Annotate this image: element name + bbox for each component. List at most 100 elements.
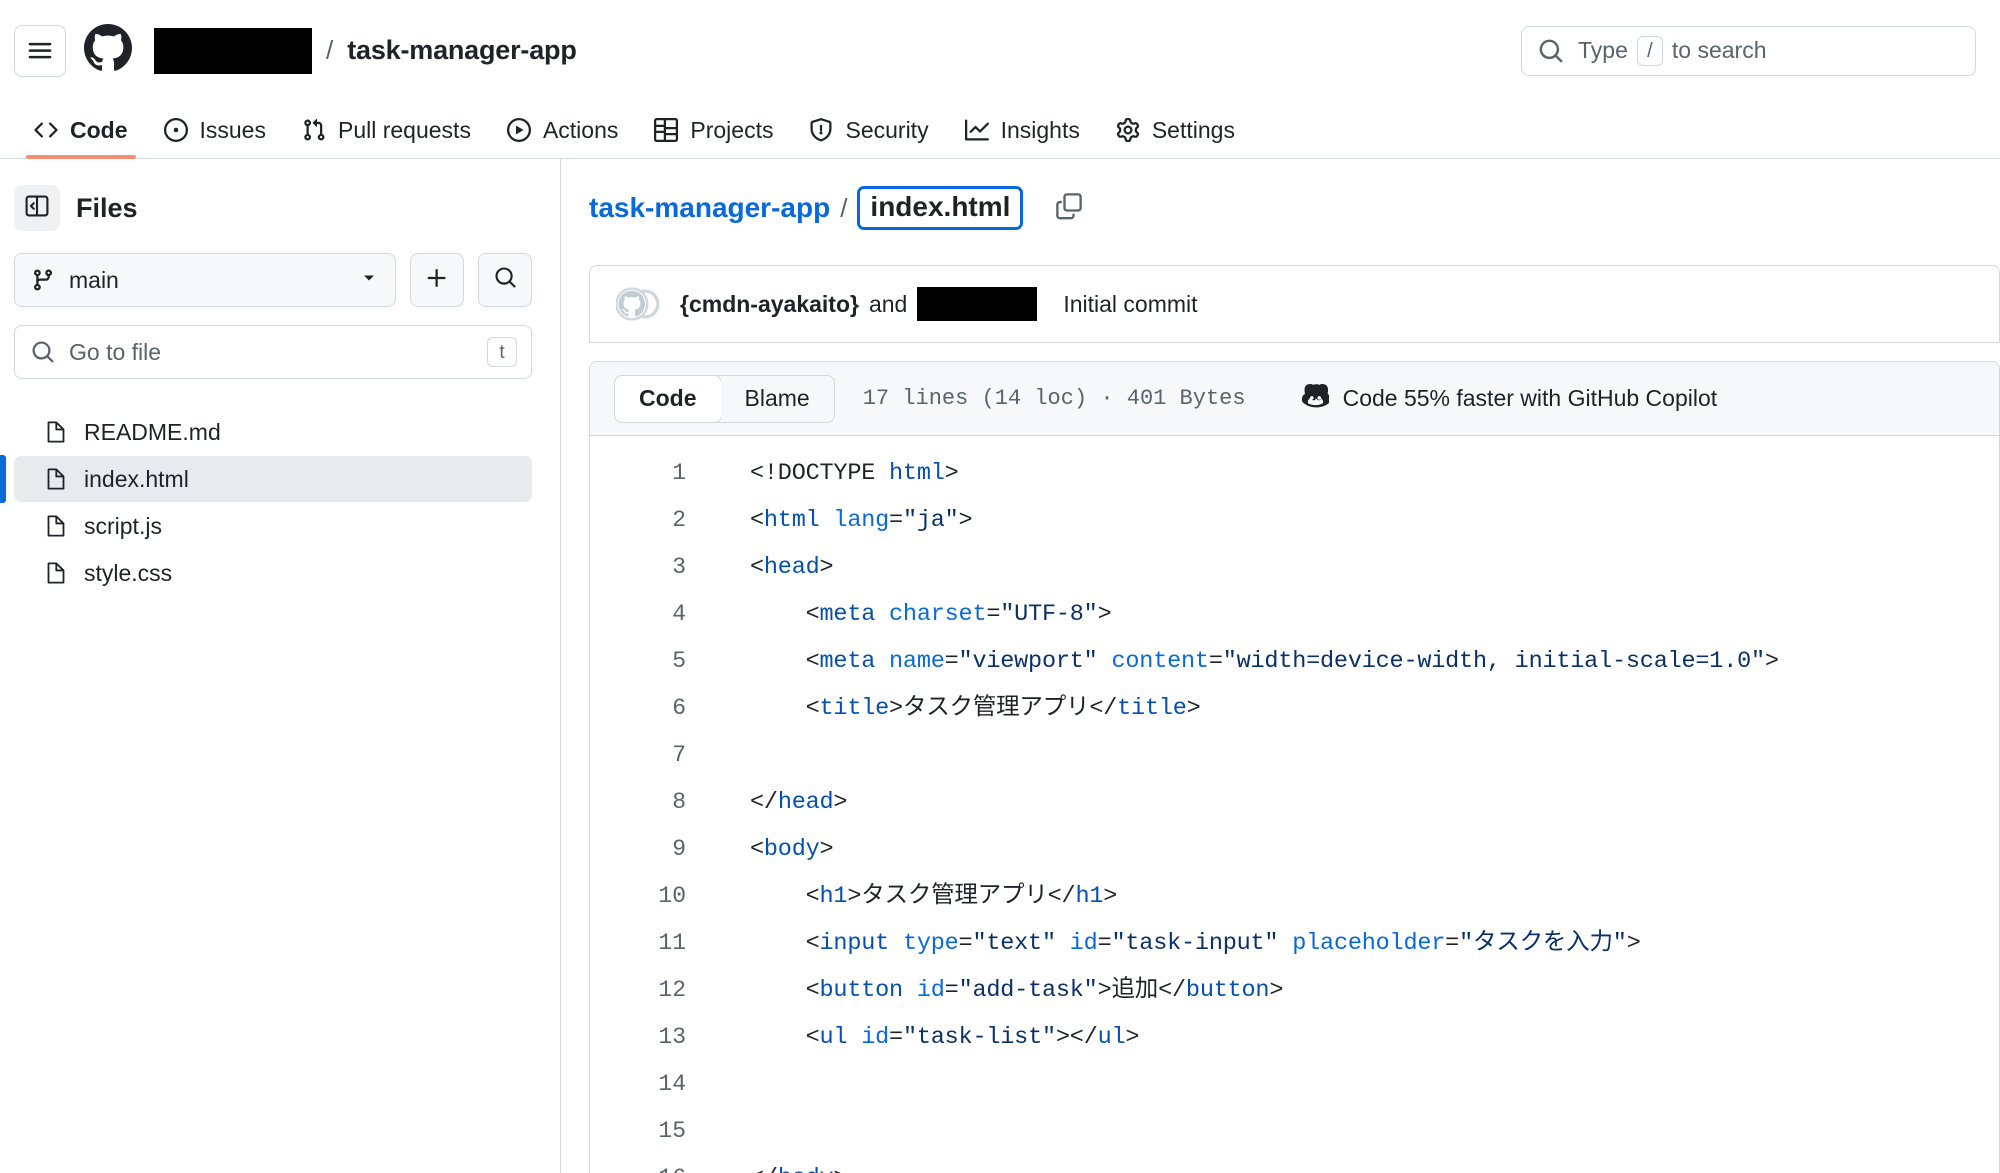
- issue-opened-icon: [163, 118, 188, 142]
- branch-controls-row: main: [14, 253, 532, 307]
- line-number: 11: [658, 930, 686, 956]
- blame-view-tab[interactable]: Blame: [720, 375, 834, 422]
- code-line: 12 <button id="add-task">追加</button>: [590, 967, 1999, 1014]
- tab-code[interactable]: Code: [16, 102, 146, 159]
- github-code-view-page: / task-manager-app Type / to search Code: [0, 0, 2000, 1173]
- github-mark-icon: [83, 24, 132, 77]
- line-number: 6: [672, 695, 686, 721]
- search-placeholder: Type / to search: [1578, 35, 1767, 66]
- search-placeholder-prefix: Type: [1578, 37, 1628, 63]
- search-icon: [494, 266, 517, 294]
- add-file-button[interactable]: [410, 253, 464, 307]
- shield-icon: [809, 118, 833, 142]
- code-line: 13 <ul id="task-list"></ul>: [590, 1014, 1999, 1061]
- line-content[interactable]: <!DOCTYPE html>: [700, 450, 1999, 497]
- hamburger-menu-button[interactable]: [14, 24, 66, 77]
- code-line: 16 </body>: [590, 1155, 1999, 1173]
- plus-icon: [425, 266, 449, 295]
- line-number: 7: [672, 742, 686, 768]
- tab-insights[interactable]: Insights: [947, 102, 1098, 158]
- code-line: 5 <meta name="viewport" content="width=d…: [590, 638, 1999, 685]
- line-number: 3: [672, 554, 686, 580]
- copilot-icon: [1301, 382, 1331, 415]
- file-item-index-html[interactable]: index.html: [0, 455, 532, 503]
- code-line: 3 <head>: [590, 544, 1999, 591]
- code-line: 11 <input type="text" id="task-input" pl…: [590, 920, 1999, 967]
- code-line: 6 <title>タスク管理アプリ</title>: [590, 685, 1999, 732]
- code-line: 7: [590, 732, 1999, 779]
- branch-name-label: main: [69, 266, 119, 293]
- tab-projects[interactable]: Projects: [636, 102, 791, 158]
- tab-issues[interactable]: Issues: [146, 102, 284, 158]
- owner-name-redacted[interactable]: [154, 27, 312, 74]
- breadcrumb-repo-link[interactable]: task-manager-app: [589, 192, 830, 224]
- repository-name-link[interactable]: task-manager-app: [347, 35, 577, 66]
- commit-message[interactable]: Initial commit: [1063, 291, 1197, 318]
- line-content[interactable]: <meta charset="UTF-8">: [700, 591, 1999, 638]
- tab-actions[interactable]: Actions: [489, 102, 636, 158]
- sidebar-collapse-button[interactable]: [14, 185, 60, 231]
- play-icon: [506, 118, 531, 142]
- line-number: 5: [672, 648, 686, 674]
- line-number: 2: [672, 507, 686, 533]
- branch-selector-button[interactable]: main: [14, 253, 396, 307]
- breadcrumb-current-file[interactable]: index.html: [857, 185, 1024, 231]
- graph-icon: [964, 118, 989, 142]
- line-content[interactable]: <h1>タスク管理アプリ</h1>: [700, 873, 1999, 920]
- line-content[interactable]: <title>タスク管理アプリ</title>: [700, 685, 1999, 732]
- file-icon: [44, 561, 68, 585]
- copilot-cta-link[interactable]: Code 55% faster with GitHub Copilot: [1301, 382, 1718, 415]
- code-view-toolbar: Code Blame 17 lines (14 loc) · 401 Bytes…: [590, 362, 1999, 436]
- tab-pull-requests[interactable]: Pull requests: [284, 102, 489, 158]
- code-line: 2 <html lang="ja">: [590, 497, 1999, 544]
- chevron-down-icon: [359, 268, 379, 293]
- search-icon: [1538, 38, 1564, 64]
- commit-author-name[interactable]: {cmdn-ayakaito}: [680, 291, 859, 318]
- line-content[interactable]: </body>: [700, 1155, 1999, 1173]
- code-view-tab[interactable]: Code: [615, 375, 721, 422]
- file-item-readme-md[interactable]: README.md: [14, 409, 532, 455]
- line-content[interactable]: <html lang="ja">: [700, 497, 1999, 544]
- line-content[interactable]: <button id="add-task">追加</button>: [700, 967, 1999, 1014]
- github-avatar-icon: [616, 282, 660, 326]
- file-item-style-css[interactable]: style.css: [14, 550, 532, 596]
- hamburger-menu-icon: [27, 38, 53, 64]
- line-content[interactable]: </head>: [700, 779, 1999, 826]
- files-panel-header: Files: [14, 185, 532, 231]
- line-number: 12: [658, 977, 686, 1003]
- go-to-file-input[interactable]: Go to file t: [14, 325, 532, 379]
- files-panel-title: Files: [76, 192, 138, 223]
- file-meta-info: 17 lines (14 loc) · 401 Bytes: [862, 386, 1246, 411]
- copy-path-button[interactable]: [1051, 190, 1087, 226]
- line-content[interactable]: <meta name="viewport" content="width=dev…: [700, 638, 1999, 685]
- go-to-file-kbd: t: [487, 337, 517, 367]
- line-content[interactable]: <input type="text" id="task-input" place…: [700, 920, 1999, 967]
- search-files-button[interactable]: [478, 253, 532, 307]
- file-icon: [44, 467, 68, 491]
- line-content[interactable]: <head>: [700, 544, 1999, 591]
- code-viewer-panel: Code Blame 17 lines (14 loc) · 401 Bytes…: [589, 361, 2000, 1173]
- file-item-script-js[interactable]: script.js: [14, 503, 532, 549]
- tab-security[interactable]: Security: [791, 102, 946, 158]
- search-placeholder-suffix: to search: [1671, 37, 1767, 63]
- global-search-input[interactable]: Type / to search: [1521, 25, 1976, 76]
- table-icon: [654, 118, 679, 142]
- line-number: 10: [658, 883, 686, 909]
- tab-settings[interactable]: Settings: [1098, 102, 1253, 158]
- line-number: 13: [658, 1024, 686, 1050]
- commit-coauthor-redacted[interactable]: [917, 287, 1038, 321]
- tab-pull-requests-label: Pull requests: [337, 116, 471, 143]
- line-content[interactable]: <ul id="task-list"></ul>: [700, 1014, 1999, 1061]
- line-content[interactable]: <body>: [700, 826, 1999, 873]
- sidebar-collapse-icon: [24, 193, 50, 224]
- commit-conjunction: and: [868, 290, 908, 317]
- tab-settings-label: Settings: [1151, 116, 1235, 143]
- repository-nav-tabs: Code Issues Pull requests Actions Projec: [0, 101, 2000, 159]
- code-line: 10 <h1>タスク管理アプリ</h1>: [590, 873, 1999, 920]
- copilot-cta-label: Code 55% faster with GitHub Copilot: [1342, 385, 1718, 411]
- code-line: 9 <body>: [590, 826, 1999, 873]
- gear-icon: [1116, 118, 1140, 142]
- tab-insights-label: Insights: [1000, 116, 1080, 143]
- code-line: 1 <!DOCTYPE html>: [590, 450, 1999, 497]
- github-home-link[interactable]: [83, 24, 132, 77]
